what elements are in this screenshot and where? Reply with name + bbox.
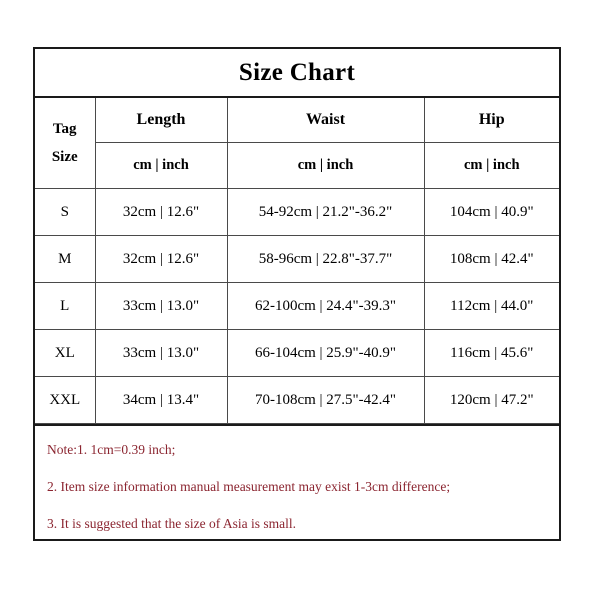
size-table: Tag Size Length Waist Hip cm | inch cm |… — [35, 98, 559, 424]
table-row: XL 33cm | 13.0" 66-104cm | 25.9"-40.9" 1… — [35, 329, 559, 377]
row-waist-value: 58-96cm | 22.8"-37.7" — [226, 235, 425, 283]
table-row: L 33cm | 13.0" 62-100cm | 24.4"-39.3" 11… — [35, 282, 559, 330]
row-size-label: XXL — [35, 376, 96, 424]
table-row: XXL 34cm | 13.4" 70-108cm | 27.5"-42.4" … — [35, 376, 559, 424]
table-header-group-row: Tag Size Length Waist Hip — [35, 98, 559, 189]
column-header-hip: Hip — [423, 98, 559, 143]
row-length-value: 33cm | 13.0" — [94, 329, 228, 377]
row-waist-value: 54-92cm | 21.2"-36.2" — [226, 188, 425, 236]
unit-header-length: cm | inch — [95, 142, 228, 189]
row-length-value: 32cm | 12.6" — [94, 188, 228, 236]
page-title: Size Chart — [238, 58, 356, 86]
row-hip-value: 112cm | 44.0" — [423, 282, 559, 330]
size-chart-frame: Size Chart Tag Size Length Waist Hip cm … — [33, 47, 561, 541]
row-waist-value: 70-108cm | 27.5"-42.4" — [226, 376, 425, 424]
tag-header-line-2: Size — [51, 149, 78, 165]
row-length-value: 32cm | 12.6" — [94, 235, 228, 283]
unit-header-waist: cm | inch — [226, 142, 425, 189]
chart-title-row: Size Chart — [35, 49, 559, 98]
row-length-value: 33cm | 13.0" — [94, 282, 228, 330]
tag-size-header: Tag Size — [35, 98, 96, 189]
row-length-value: 34cm | 13.4" — [94, 376, 228, 424]
row-hip-value: 120cm | 47.2" — [423, 376, 559, 424]
row-size-label: XL — [35, 329, 96, 377]
note-line-2: 2. Item size information manual measurem… — [47, 478, 451, 494]
row-size-label: S — [35, 188, 96, 236]
note-line-3: 3. It is suggested that the size of Asia… — [47, 515, 296, 531]
row-size-label: M — [35, 235, 96, 283]
note-line-1: Note:1. 1cm=0.39 inch; — [47, 442, 176, 457]
column-header-waist: Waist — [226, 98, 425, 143]
table-row: S 32cm | 12.6" 54-92cm | 21.2"-36.2" 104… — [35, 188, 559, 236]
row-hip-value: 104cm | 40.9" — [423, 188, 559, 236]
size-chart-page: Size Chart Tag Size Length Waist Hip cm … — [0, 0, 600, 600]
row-hip-value: 116cm | 45.6" — [423, 329, 559, 377]
unit-header-hip: cm | inch — [423, 142, 559, 189]
notes-section: Note:1. 1cm=0.39 inch; 2. Item size info… — [35, 424, 559, 539]
row-size-label: L — [35, 282, 96, 330]
row-hip-value: 108cm | 42.4" — [423, 235, 559, 283]
table-row: M 32cm | 12.6" 58-96cm | 22.8"-37.7" 108… — [35, 235, 559, 283]
row-waist-value: 66-104cm | 25.9"-40.9" — [226, 329, 425, 377]
tag-header-line-1: Tag — [52, 120, 77, 137]
column-header-length: Length — [94, 98, 228, 143]
table-header-unit-row: cm | inch cm | inch cm | inch — [35, 142, 559, 189]
row-waist-value: 62-100cm | 24.4"-39.3" — [226, 282, 425, 330]
